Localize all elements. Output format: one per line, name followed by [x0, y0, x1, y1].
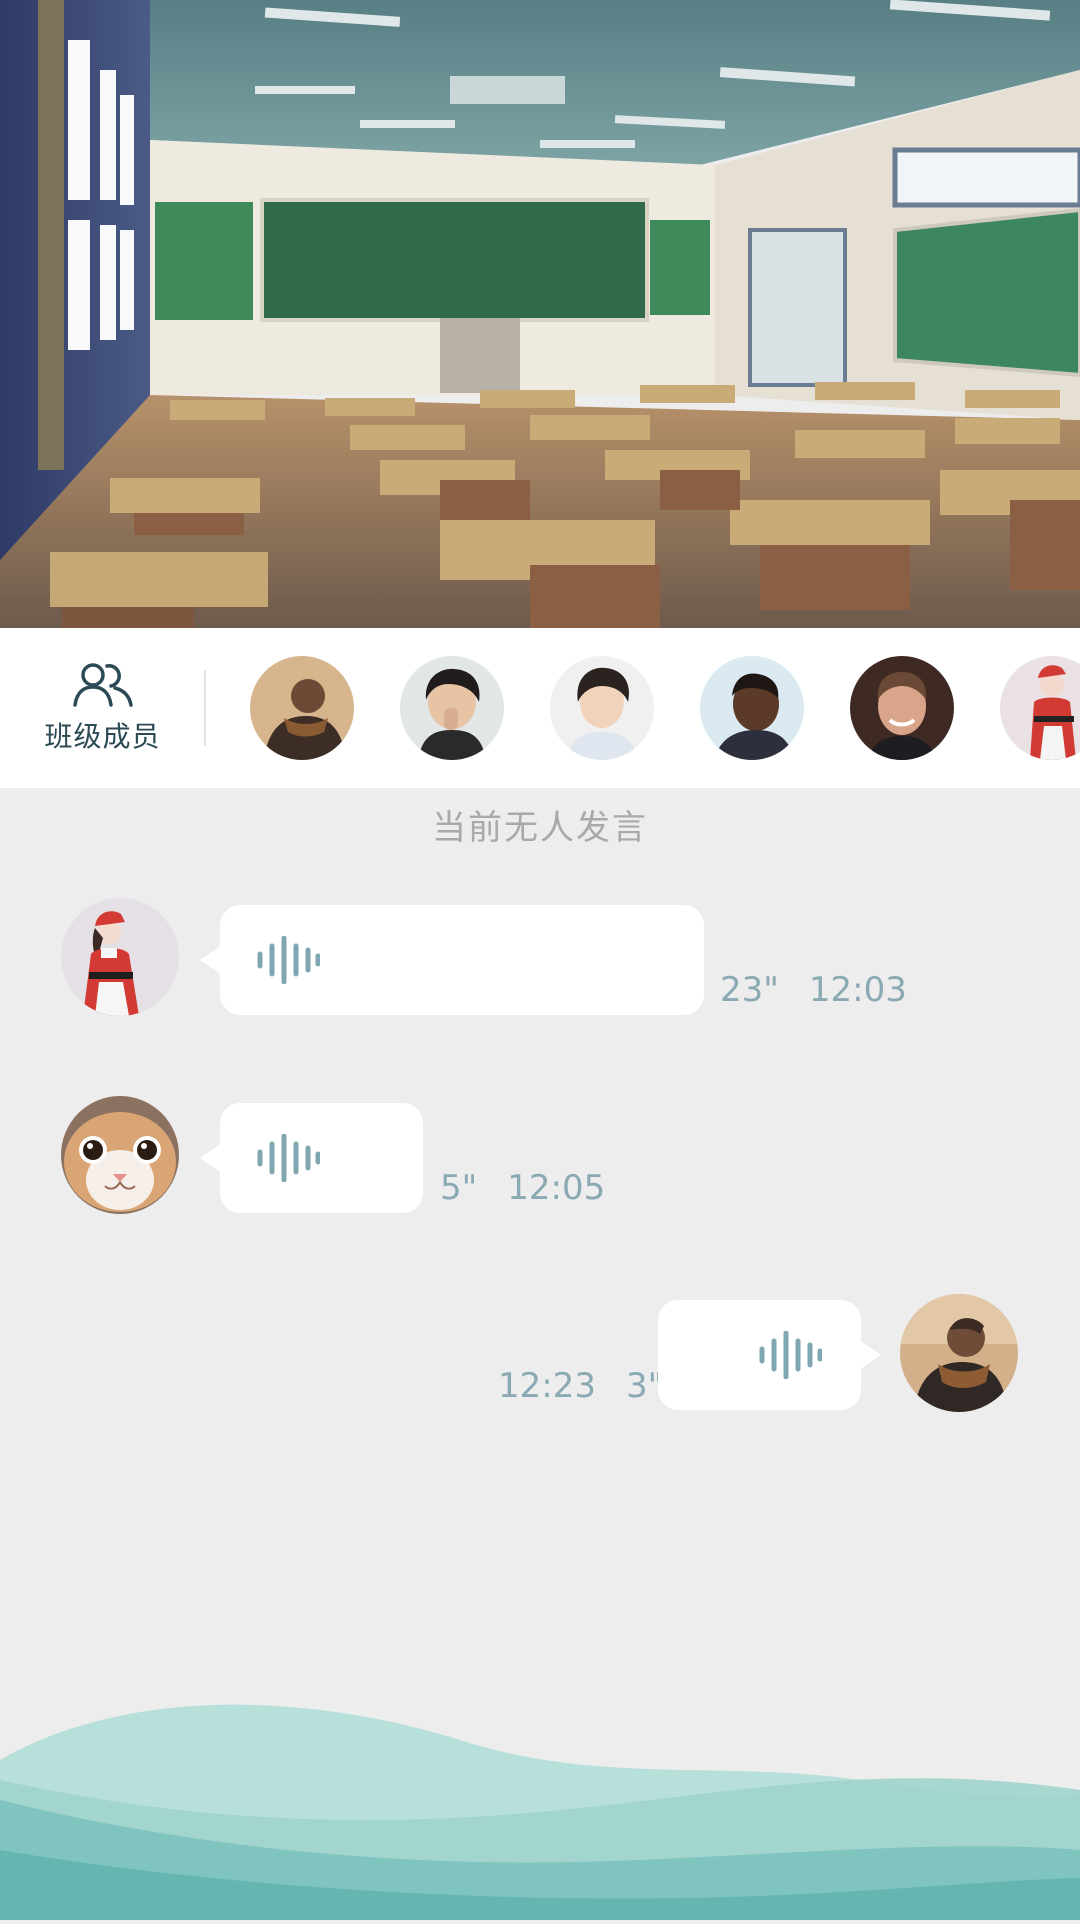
message-duration: 5" [440, 1168, 478, 1208]
class-members-label: 班级成员 [44, 720, 161, 753]
member-avatar[interactable] [700, 656, 804, 760]
member-bar: 班级成员 [0, 628, 1080, 788]
voice-wave-icon [759, 1331, 822, 1379]
message-time: 12:05 [507, 1168, 606, 1208]
message-avatar-cat[interactable] [61, 1096, 179, 1214]
message-meta: 12:23 3" [498, 1366, 663, 1406]
message-time: 12:03 [808, 970, 907, 1010]
voice-wave-icon [257, 1134, 320, 1182]
decorative-waves [0, 1700, 1080, 1920]
class-members-button[interactable]: 班级成员 [0, 628, 205, 788]
member-avatar[interactable] [400, 656, 504, 760]
message-meta: 5" 12:05 [440, 1168, 605, 1208]
bubble-tail [859, 1340, 881, 1370]
member-avatar[interactable] [850, 656, 954, 760]
bar-divider [204, 670, 206, 746]
group-icon [72, 663, 133, 707]
member-avatar[interactable] [550, 656, 654, 760]
voice-wave-icon [257, 936, 320, 984]
classroom-banner [0, 0, 1080, 628]
member-avatar[interactable] [1000, 656, 1080, 760]
bubble-tail [200, 1143, 222, 1173]
member-avatar[interactable] [250, 656, 354, 760]
voice-message-bubble[interactable] [658, 1300, 881, 1410]
bubble-tail [200, 945, 222, 975]
message-time: 12:23 [498, 1366, 596, 1406]
voice-message-bubble[interactable] [200, 1103, 423, 1213]
message-meta: 23" 12:03 [720, 970, 907, 1010]
message-avatar-santa-girl[interactable] [61, 898, 179, 1016]
member-avatar-list [250, 656, 1080, 760]
message-duration: 23" [720, 970, 779, 1010]
speaking-status: 当前无人发言 [432, 808, 648, 848]
message-avatar-self[interactable] [900, 1294, 1018, 1412]
voice-message-bubble[interactable] [200, 905, 704, 1015]
